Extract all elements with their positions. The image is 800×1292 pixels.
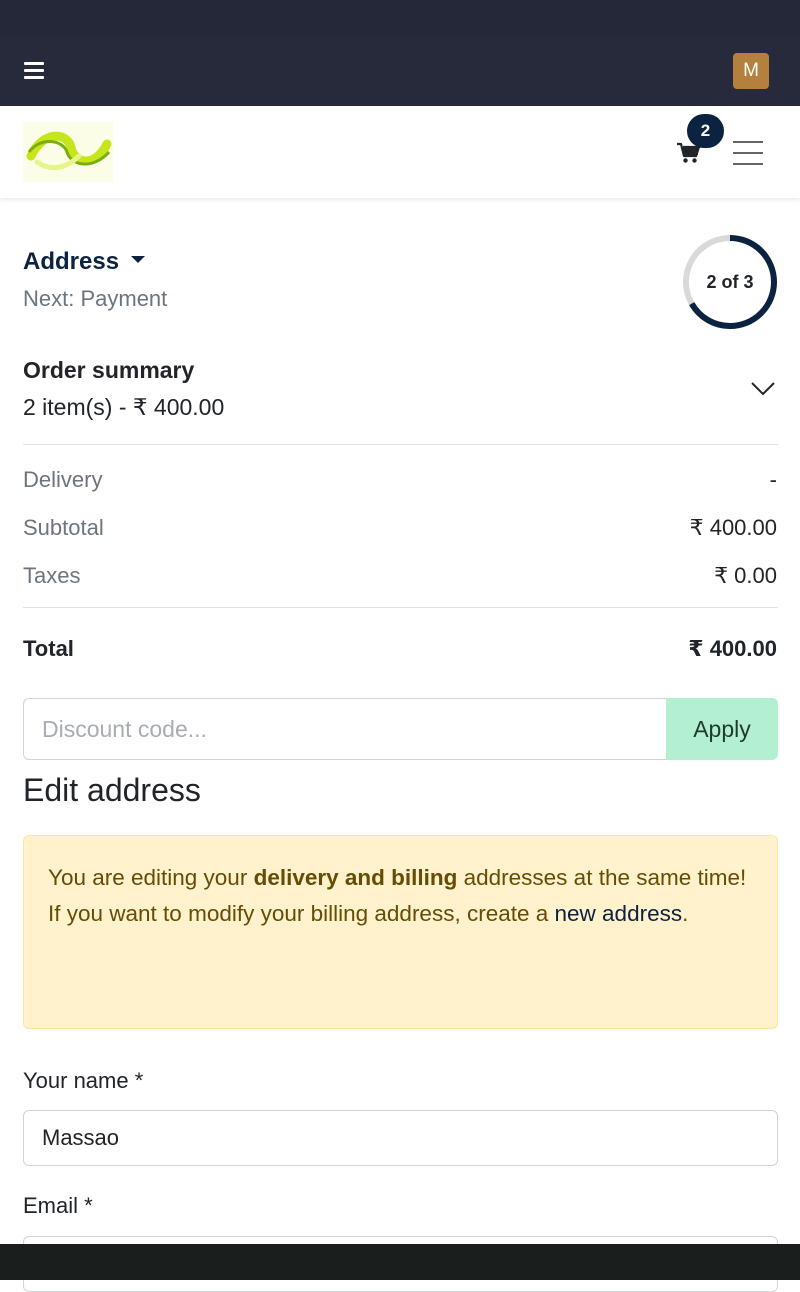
progress-label: 2 of 3	[706, 272, 753, 292]
name-input[interactable]	[23, 1110, 778, 1166]
name-field-label: Your name *	[23, 1068, 144, 1093]
admin-menu-icon[interactable]	[24, 62, 44, 80]
checkout-step-dropdown[interactable]: Address	[23, 248, 146, 276]
admin-navbar: M	[0, 36, 800, 106]
total-value: ₹ 400.00	[688, 636, 777, 661]
site-logo[interactable]	[23, 122, 113, 182]
discount-code-input[interactable]	[23, 698, 666, 760]
subtotal-value: ₹ 400.00	[689, 515, 777, 540]
divider	[23, 444, 778, 445]
order-summary-title[interactable]: Order summary	[23, 357, 194, 384]
delivery-label: Delivery	[23, 467, 103, 492]
alert-text: addresses at the same time!	[457, 865, 747, 890]
alert-text: If you want to modify your billing addre…	[48, 901, 555, 926]
taxes-label: Taxes	[23, 563, 81, 588]
total-label: Total	[23, 636, 74, 661]
chevron-down-icon[interactable]	[750, 380, 776, 398]
apply-discount-button[interactable]: Apply	[666, 698, 778, 760]
new-address-link[interactable]: new address	[555, 901, 683, 926]
cart-count-badge: 2	[687, 114, 724, 148]
step-title: Address	[23, 248, 120, 275]
order-summary-items: 2 item(s) - ₹ 400.00	[23, 394, 225, 420]
bottom-bar	[0, 1244, 800, 1280]
site-menu-icon[interactable]	[733, 141, 763, 165]
email-field-label: Email *	[23, 1193, 93, 1218]
divider	[23, 607, 778, 608]
user-avatar[interactable]: M	[733, 53, 769, 89]
subtotal-label: Subtotal	[23, 515, 104, 540]
site-header	[0, 106, 800, 198]
edit-address-title: Edit address	[23, 772, 201, 808]
caret-down-icon	[131, 256, 146, 264]
next-step-label: Next: Payment	[23, 286, 168, 311]
alert-bold-text: delivery and billing	[253, 865, 458, 890]
taxes-value: ₹ 0.00	[714, 563, 777, 588]
alert-text: You are editing your	[48, 865, 254, 890]
delivery-value: -	[769, 467, 777, 492]
alert-text: .	[682, 901, 689, 926]
top-strip	[0, 0, 800, 36]
address-warning-alert: You are editing your delivery and billin…	[23, 835, 778, 1029]
checkout-progress-ring: 2 of 3	[683, 235, 777, 329]
